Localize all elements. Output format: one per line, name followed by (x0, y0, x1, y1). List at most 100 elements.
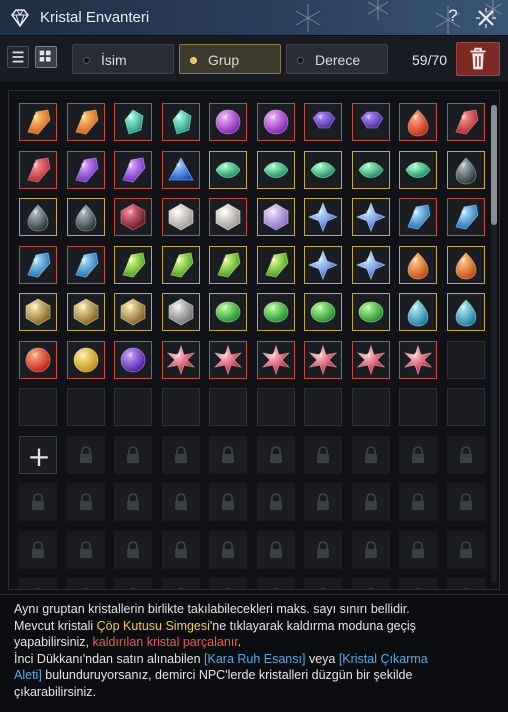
crystal-slot[interactable] (19, 198, 57, 236)
crystal-slot[interactable] (256, 245, 295, 284)
locked-slot (114, 530, 152, 569)
purple-hex-crystal-icon (359, 111, 384, 129)
empty-slot[interactable] (209, 388, 247, 426)
crystal-slot[interactable] (66, 340, 105, 379)
crystal-slot[interactable] (114, 245, 152, 284)
purple-cube-crystal-icon (263, 203, 288, 231)
crystal-slot[interactable] (19, 340, 57, 379)
crystal-slot[interactable] (19, 293, 57, 331)
empty-slot[interactable] (351, 388, 390, 426)
empty-slot[interactable] (19, 388, 57, 426)
crystal-slot[interactable] (304, 245, 342, 284)
crystal-slot[interactable] (66, 293, 105, 331)
crystal-slot[interactable] (351, 150, 390, 189)
crystal-slot[interactable] (351, 198, 390, 236)
lock-icon (269, 540, 282, 558)
empty-slot[interactable] (256, 388, 295, 426)
crystal-slot[interactable] (399, 198, 437, 236)
empty-slot[interactable] (399, 388, 437, 426)
green-marquise-crystal-icon (358, 161, 383, 178)
crystal-slot[interactable] (256, 150, 295, 189)
crystal-slot[interactable] (209, 103, 247, 141)
crystal-slot[interactable] (114, 340, 152, 379)
crystal-slot[interactable] (351, 245, 390, 284)
crystal-slot[interactable] (304, 150, 342, 189)
empty-slot[interactable] (304, 388, 342, 426)
empty-slot[interactable] (161, 388, 200, 426)
crystal-slot[interactable] (66, 198, 105, 236)
dark-drop-crystal-icon (455, 156, 476, 184)
crystal-slot[interactable] (66, 245, 105, 284)
blue-star-crystal-icon (307, 201, 339, 233)
lock-icon (412, 445, 424, 463)
crystal-slot[interactable] (161, 198, 200, 236)
crystal-slot[interactable] (256, 340, 295, 379)
grid-view-button[interactable] (35, 46, 57, 68)
filter-group[interactable]: Grup (179, 44, 281, 74)
crystal-slot[interactable] (19, 103, 57, 141)
crystal-slot[interactable] (209, 340, 247, 379)
item-link[interactable]: [Kristal Çıkarma (339, 652, 428, 666)
green-shard-crystal-icon (264, 252, 288, 277)
crystal-slot[interactable] (446, 103, 485, 141)
empty-slot[interactable] (114, 388, 152, 426)
crystal-slot[interactable] (161, 245, 200, 284)
crystal-slot[interactable] (351, 293, 390, 331)
crystal-slot[interactable] (209, 245, 247, 284)
empty-slot[interactable] (446, 388, 485, 426)
item-link[interactable]: [Kara Ruh Esansı] (204, 652, 305, 666)
crystal-slot[interactable] (66, 150, 105, 189)
crystal-slot[interactable] (399, 150, 437, 189)
lock-icon (317, 493, 329, 510)
crystal-slot[interactable] (66, 103, 105, 141)
crystal-slot[interactable] (161, 340, 200, 379)
crystal-slot[interactable] (114, 150, 152, 189)
crystal-slot[interactable] (351, 340, 390, 379)
crystal-slot[interactable] (161, 150, 200, 189)
crystal-slot[interactable] (304, 340, 342, 379)
crystal-slot[interactable] (446, 293, 485, 331)
crystal-slot[interactable] (209, 293, 247, 331)
crystal-slot[interactable] (161, 293, 200, 331)
crystal-slot[interactable] (399, 103, 437, 141)
scrollbar-thumb[interactable] (491, 105, 497, 225)
crystal-slot[interactable] (351, 103, 390, 141)
crystal-slot[interactable] (209, 150, 247, 189)
crystal-slot[interactable] (256, 293, 295, 331)
close-icon[interactable] (474, 6, 498, 30)
crystal-slot[interactable] (446, 150, 485, 189)
crystal-slot[interactable] (19, 150, 57, 189)
add-slot-button[interactable]: + (19, 435, 57, 474)
help-button[interactable]: ? (444, 6, 462, 28)
crystal-slot[interactable] (446, 245, 485, 284)
locked-slot (351, 483, 390, 521)
locked-slot (446, 530, 485, 569)
filter-grade[interactable]: Derece (286, 44, 388, 74)
crystal-slot[interactable] (114, 103, 152, 141)
crystal-slot[interactable] (114, 198, 152, 236)
trash-button[interactable] (456, 42, 500, 76)
locked-slot (304, 435, 342, 474)
crystal-slot[interactable] (114, 293, 152, 331)
crystal-slot[interactable] (399, 340, 437, 379)
crystal-slot[interactable] (304, 103, 342, 141)
crystal-slot[interactable] (304, 198, 342, 236)
crystal-slot[interactable] (256, 198, 295, 236)
crystal-slot[interactable] (304, 293, 342, 331)
crystal-slot[interactable] (446, 198, 485, 236)
crystal-slot[interactable] (399, 245, 437, 284)
crystal-slot[interactable] (399, 293, 437, 331)
list-view-button[interactable] (7, 46, 29, 68)
filter-name[interactable]: İsim (72, 44, 174, 74)
red-flower-crystal-icon (261, 344, 290, 375)
crystal-slot[interactable] (209, 198, 247, 236)
crystal-slot[interactable] (161, 103, 200, 141)
lock-icon (459, 445, 472, 463)
gray-cube-crystal-icon (168, 298, 193, 326)
empty-slot[interactable] (66, 388, 105, 426)
purple-orb-crystal-icon (263, 109, 288, 135)
item-link[interactable]: Aleti] (14, 668, 42, 682)
empty-slot[interactable] (446, 340, 485, 379)
crystal-slot[interactable] (19, 245, 57, 284)
crystal-slot[interactable] (256, 103, 295, 141)
